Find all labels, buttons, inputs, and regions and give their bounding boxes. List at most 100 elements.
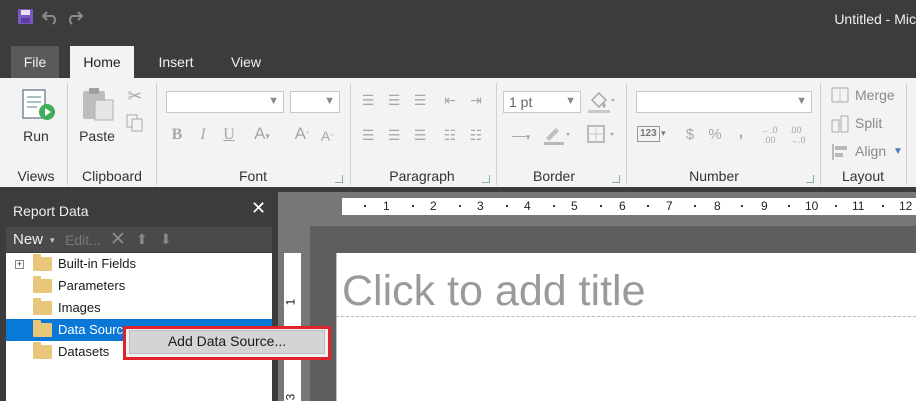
ribbon-divider <box>626 83 627 185</box>
align-bottom-icon[interactable]: ☰ <box>409 90 431 110</box>
tree-item-parameters[interactable]: Parameters <box>6 275 272 297</box>
tree-item-built-in-fields[interactable]: + Built-in Fields <box>6 253 272 275</box>
increase-decimal-icon[interactable]: ←.0 .00 <box>760 124 782 146</box>
undo-icon[interactable] <box>41 8 61 25</box>
ribbon-divider <box>156 83 157 185</box>
chevron-down-icon: ▼ <box>893 146 903 157</box>
percent-icon[interactable]: % <box>705 125 725 145</box>
tab-view[interactable]: View <box>220 46 272 78</box>
ribbon-divider <box>906 83 907 185</box>
expand-icon[interactable]: + <box>15 260 24 269</box>
cut-icon[interactable]: ✂ <box>125 86 145 106</box>
merge-icon <box>831 87 849 103</box>
tree-item-images[interactable]: Images <box>6 297 272 319</box>
chevron-down-icon: ▼ <box>796 95 807 107</box>
border-width-value: 1 pt <box>509 94 533 110</box>
borders-icon[interactable] <box>586 124 618 146</box>
border-color-icon[interactable] <box>542 124 572 146</box>
align-right-icon[interactable]: ☰ <box>409 125 431 145</box>
chevron-down-icon: ▼ <box>324 95 335 107</box>
svg-text:.00: .00 <box>763 135 776 145</box>
split-button[interactable]: Split <box>855 115 882 131</box>
svg-text:←.0: ←.0 <box>761 125 778 135</box>
align-top-icon[interactable]: ☰ <box>357 90 379 110</box>
group-font-label: Font <box>238 168 267 184</box>
number-dialog-launcher-icon[interactable] <box>806 175 814 183</box>
ruler-ticks <box>364 205 884 207</box>
ribbon-divider <box>67 83 68 185</box>
font-size-combo[interactable]: ▼ <box>290 91 340 113</box>
ribbon: Run Views Paste ✂ Clipboard ▼ ▼ B I U A▾… <box>0 78 916 187</box>
svg-text:→.0: →.0 <box>789 135 806 145</box>
decrease-indent-icon[interactable]: ⇤ <box>439 90 461 110</box>
save-icon[interactable] <box>17 8 34 25</box>
redo-icon[interactable] <box>64 8 84 25</box>
tree-item-label: Images <box>58 300 101 315</box>
number-format-icon[interactable]: 123 ▾ <box>637 125 669 145</box>
number-format-badge: 123 <box>637 126 660 142</box>
bold-icon[interactable]: B <box>168 125 186 145</box>
paste-button[interactable]: Paste <box>74 128 120 144</box>
border-dialog-launcher-icon[interactable] <box>612 175 620 183</box>
number-format-combo[interactable]: ▼ <box>636 91 812 113</box>
group-paragraph-label: Paragraph <box>389 168 455 184</box>
border-style-icon[interactable]: —▾ <box>504 125 538 147</box>
ruler-mark: 3 <box>283 393 298 401</box>
increase-indent-icon[interactable]: ⇥ <box>465 90 487 110</box>
close-icon[interactable]: ✕ <box>251 198 266 219</box>
paragraph-dialog-launcher-icon[interactable] <box>482 175 490 183</box>
new-button[interactable]: New <box>13 231 43 248</box>
tree-item-label: Built-in Fields <box>58 256 137 271</box>
add-data-source-label: Add Data Source... <box>167 333 287 349</box>
font-dialog-launcher-icon[interactable] <box>335 175 343 183</box>
decrease-decimal-icon[interactable]: .00 →.0 <box>788 124 810 146</box>
grow-font-icon[interactable]: Aˆ <box>290 124 314 147</box>
border-width-combo[interactable]: 1 pt ▼ <box>503 91 581 113</box>
align-icon <box>832 144 847 160</box>
tab-file[interactable]: File <box>11 46 59 78</box>
folder-icon <box>33 276 52 293</box>
align-middle-icon[interactable]: ☰ <box>383 90 405 110</box>
comma-icon[interactable]: , <box>733 123 749 143</box>
report-title-placeholder[interactable]: Click to add title <box>342 267 646 316</box>
merge-button[interactable]: Merge <box>855 87 895 103</box>
align-center-icon[interactable]: ☰ <box>383 125 405 145</box>
underline-icon[interactable]: U <box>220 125 238 145</box>
italic-icon[interactable]: I <box>194 125 212 145</box>
ribbon-divider <box>496 83 497 185</box>
ruler-mark: 1 <box>283 298 298 306</box>
run-button[interactable]: Run <box>16 128 56 144</box>
chevron-down-icon: ▾ <box>661 128 666 138</box>
split-icon <box>831 115 849 133</box>
shrink-font-icon[interactable]: Aˇ <box>316 126 338 148</box>
edit-button[interactable]: Edit... <box>65 232 101 248</box>
fill-color-icon[interactable] <box>586 90 616 114</box>
title-bar: Untitled - Mic <box>0 0 916 42</box>
folder-icon <box>33 320 52 337</box>
svg-text:.00: .00 <box>789 125 802 135</box>
folder-icon <box>33 298 52 315</box>
currency-icon[interactable]: $ <box>681 125 699 145</box>
tree-item-label: Parameters <box>58 278 126 293</box>
move-up-icon[interactable]: ⬆ <box>136 231 148 248</box>
group-number-label: Number <box>689 168 739 184</box>
numbering-icon[interactable]: ☷ <box>465 125 487 145</box>
horizontal-ruler: 1 2 3 4 5 6 7 8 9 10 11 12 <box>342 198 916 215</box>
group-layout-label: Layout <box>841 168 885 184</box>
move-down-icon[interactable]: ⬇ <box>160 231 172 248</box>
ribbon-divider <box>350 83 351 185</box>
font-color-icon[interactable]: A▾ <box>250 124 274 146</box>
chevron-down-icon[interactable]: ▾ <box>50 235 55 246</box>
tab-insert[interactable]: Insert <box>146 46 206 78</box>
group-border-label: Border <box>532 168 576 184</box>
paste-icon <box>83 88 114 121</box>
delete-icon[interactable]: ✕ <box>110 228 126 251</box>
align-button[interactable]: Align <box>855 143 886 159</box>
window-title: Untitled - Mic <box>834 11 916 27</box>
group-clipboard-label: Clipboard <box>82 168 142 184</box>
align-left-icon[interactable]: ☰ <box>357 125 379 145</box>
bullets-icon[interactable]: ☷ <box>439 125 461 145</box>
tab-home[interactable]: Home <box>70 46 134 78</box>
copy-icon[interactable] <box>126 114 144 132</box>
font-family-combo[interactable]: ▼ <box>166 91 284 113</box>
